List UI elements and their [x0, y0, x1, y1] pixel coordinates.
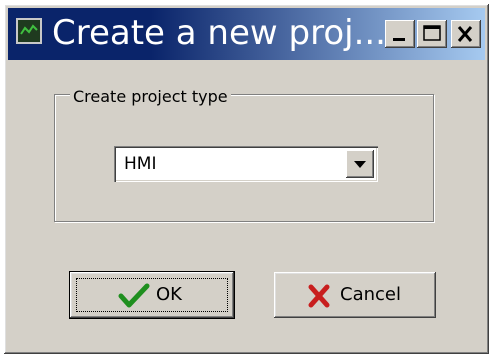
- checkmark-icon: [118, 283, 150, 308]
- window-title: Create a new proj...: [52, 13, 386, 53]
- chevron-down-icon: [354, 161, 366, 168]
- ok-label: OK: [156, 284, 182, 305]
- x-icon: [308, 284, 330, 308]
- close-button[interactable]: [451, 20, 481, 48]
- cancel-button[interactable]: Cancel: [274, 272, 436, 318]
- group-legend: Create project type: [70, 88, 231, 106]
- app-monitor-icon: [16, 18, 42, 44]
- cancel-label: Cancel: [340, 284, 401, 305]
- project-type-select[interactable]: HMI: [114, 146, 378, 182]
- ok-button[interactable]: OK: [69, 271, 235, 319]
- maximize-button[interactable]: [417, 20, 447, 48]
- minimize-button[interactable]: [385, 20, 415, 48]
- focus-rect: [76, 278, 228, 312]
- project-type-value: HMI: [124, 154, 157, 174]
- title-bar[interactable]: Create a new proj...: [8, 8, 485, 60]
- minimize-icon: [393, 38, 405, 41]
- maximize-icon: [423, 25, 441, 41]
- dropdown-button[interactable]: [346, 150, 374, 178]
- close-icon: [457, 26, 473, 42]
